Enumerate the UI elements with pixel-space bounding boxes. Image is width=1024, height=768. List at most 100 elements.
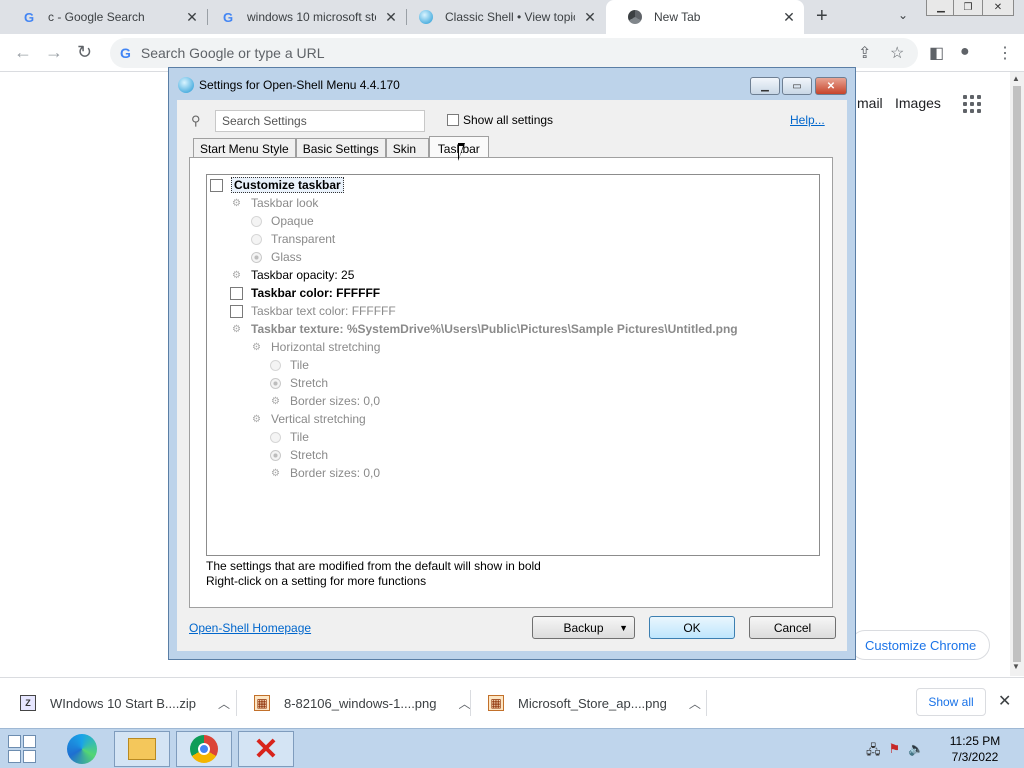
tree-item-label: Transparent — [271, 232, 336, 246]
new-tab-button[interactable]: + — [816, 5, 828, 28]
google-icon: G — [23, 9, 35, 25]
browser-tab-new-tab[interactable]: New Tab ✕ — [606, 0, 804, 34]
close-icon[interactable]: ✕ — [575, 9, 605, 26]
bookmark-star-icon[interactable]: ☆ — [890, 43, 904, 63]
radio-selected-icon — [270, 377, 281, 389]
search-settings-input[interactable]: Search Settings — [215, 110, 425, 132]
google-apps-icon[interactable] — [963, 95, 981, 113]
tab-basic-settings[interactable]: Basic Settings — [295, 138, 386, 159]
tree-item-customize-taskbar[interactable]: Customize taskbar — [210, 176, 344, 194]
chevron-up-icon[interactable]: ︿ — [218, 695, 230, 712]
tree-item-label: Stretch — [290, 448, 329, 462]
scroll-up-icon[interactable]: ▲ — [1012, 74, 1020, 83]
tree-item-transparent[interactable]: Transparent — [250, 230, 335, 248]
radio-icon — [251, 215, 262, 227]
browser-tab-windows-store[interactable]: G windows 10 microsoft store ✕ — [199, 0, 406, 34]
close-window-button[interactable]: ✕ — [982, 0, 1014, 16]
cancel-button[interactable]: Cancel — [749, 616, 836, 639]
ok-button[interactable]: OK — [649, 616, 735, 639]
tree-item-label: Taskbar opacity: 25 — [251, 268, 355, 282]
download-item-png-2[interactable]: ▦ Microsoft_Store_ap....png ︿ — [488, 678, 701, 728]
customize-chrome-button[interactable]: Customize Chrome — [850, 630, 990, 660]
profile-avatar-icon[interactable]: ● — [960, 43, 970, 61]
browser-tab-google-search[interactable]: G c - Google Search ✕ — [0, 0, 207, 34]
classic-shell-icon — [419, 10, 433, 24]
close-icon[interactable]: ✕ — [774, 9, 804, 26]
download-item-zip[interactable]: Z WIndows 10 Start B....zip ︿ — [20, 678, 230, 728]
volume-icon[interactable]: 🔈 — [908, 741, 924, 763]
address-bar[interactable]: G Search Google or type a URL — [110, 38, 918, 68]
tree-item-h-stretch[interactable]: Stretch — [269, 374, 328, 392]
tree-item-v-border-sizes[interactable]: ⚙ Border sizes: 0,0 — [269, 464, 380, 482]
tab-title: New Tab — [654, 10, 701, 24]
gmail-link[interactable]: mail — [857, 95, 883, 111]
back-arrow-icon[interactable]: ← — [14, 42, 32, 63]
tree-item-vertical-stretching[interactable]: ⚙ Vertical stretching — [250, 410, 366, 428]
share-icon[interactable]: ⇪ — [858, 43, 871, 63]
tree-item-horizontal-stretching[interactable]: ⚙ Horizontal stretching — [250, 338, 380, 356]
address-bar-placeholder: Search Google or type a URL — [140, 45, 325, 61]
open-shell-homepage-link[interactable]: Open-Shell Homepage — [189, 621, 311, 635]
tree-item-label: Border sizes: 0,0 — [290, 466, 381, 480]
tree-item-taskbar-color[interactable]: Taskbar color: FFFFFF — [230, 284, 380, 302]
checkbox-box[interactable] — [447, 114, 459, 126]
scrollbar-thumb[interactable] — [1013, 86, 1021, 662]
dialog-close-button[interactable]: ✕ — [815, 77, 847, 95]
tree-item-taskbar-text-color[interactable]: Taskbar text color: FFFFFF — [230, 302, 396, 320]
tree-item-label: Taskbar look — [251, 196, 319, 210]
tree-item-h-border-sizes[interactable]: ⚙ Border sizes: 0,0 — [269, 392, 380, 410]
tree-item-taskbar-texture[interactable]: ⚙ Taskbar texture: %SystemDrive%\Users\P… — [230, 320, 738, 338]
show-all-downloads-button[interactable]: Show all — [916, 688, 986, 716]
taskbar-file-explorer[interactable] — [114, 731, 170, 767]
checkbox-icon[interactable] — [210, 178, 223, 192]
action-center-flag-icon[interactable]: ⚑ — [889, 741, 901, 763]
download-separator — [470, 690, 471, 716]
tab-skin[interactable]: Skin — [385, 138, 429, 159]
more-menu-icon[interactable]: ⋮ — [997, 43, 1013, 63]
radio-icon — [251, 233, 262, 245]
clock-time: 11:25 PM — [949, 734, 1001, 748]
tree-item-v-tile[interactable]: Tile — [269, 428, 309, 446]
scroll-down-icon[interactable]: ▼ — [1012, 662, 1020, 671]
tree-item-taskbar-opacity[interactable]: ⚙ Taskbar opacity: 25 — [230, 266, 354, 284]
dialog-maximize-button[interactable]: ▭ — [782, 77, 812, 95]
show-all-settings-checkbox[interactable]: Show all settings — [447, 113, 553, 127]
help-link[interactable]: Help... — [790, 113, 825, 127]
color-swatch-icon[interactable] — [230, 304, 243, 318]
chevron-up-icon[interactable]: ︿ — [689, 695, 701, 712]
forward-arrow-icon[interactable]: → — [45, 42, 63, 63]
tree-item-taskbar-look[interactable]: ⚙ Taskbar look — [230, 194, 318, 212]
google-icon: G — [222, 9, 234, 25]
restore-window-button[interactable]: ❐ — [953, 0, 983, 16]
tree-item-label: Tile — [290, 358, 309, 372]
start-button-windows-icon[interactable] — [8, 735, 38, 763]
minimize-window-button[interactable]: ▁ — [926, 0, 956, 16]
close-downloads-icon[interactable]: ✕ — [998, 691, 1011, 711]
download-item-png-1[interactable]: ▦ 8-82106_windows-1....png ︿ — [254, 678, 471, 728]
side-panel-icon[interactable]: ◧ — [929, 43, 944, 63]
taskbar-app-x[interactable]: ✕ — [238, 731, 294, 767]
red-x-icon: ✕ — [253, 732, 279, 766]
system-clock[interactable]: 11:25 PM 7/3/2022 — [940, 733, 1010, 765]
page-scrollbar[interactable]: ▲ ▼ — [1010, 72, 1024, 676]
taskbar-chrome[interactable] — [176, 731, 232, 767]
settings-tree[interactable]: Customize taskbar ⚙ Taskbar look Opaque … — [206, 174, 820, 556]
chevron-up-icon[interactable]: ︿ — [459, 695, 471, 712]
reload-icon[interactable]: ↻ — [77, 42, 92, 63]
tree-item-glass[interactable]: Glass — [250, 248, 302, 266]
tree-item-opaque[interactable]: Opaque — [250, 212, 314, 230]
tab-start-menu-style[interactable]: Start Menu Style — [193, 138, 296, 159]
color-swatch-icon[interactable] — [230, 286, 243, 300]
dialog-minimize-button[interactable]: ▁ — [750, 77, 780, 95]
downloads-bar: Z WIndows 10 Start B....zip ︿ ▦ 8-82106_… — [0, 677, 1024, 727]
tree-item-v-stretch[interactable]: Stretch — [269, 446, 328, 464]
tree-item-label: Stretch — [290, 376, 329, 390]
tree-item-h-tile[interactable]: Tile — [269, 356, 309, 374]
images-link[interactable]: Images — [895, 95, 941, 111]
network-icon[interactable]: 🖧 — [866, 741, 881, 763]
backup-button[interactable]: Backup ▼ — [532, 616, 635, 639]
browser-tab-classic-shell[interactable]: Classic Shell • View topic - ✕ — [397, 0, 605, 34]
zip-file-icon: Z — [20, 695, 36, 711]
taskbar-edge[interactable] — [54, 731, 110, 767]
tab-search-chevron-icon[interactable]: ⌄ — [898, 8, 908, 22]
